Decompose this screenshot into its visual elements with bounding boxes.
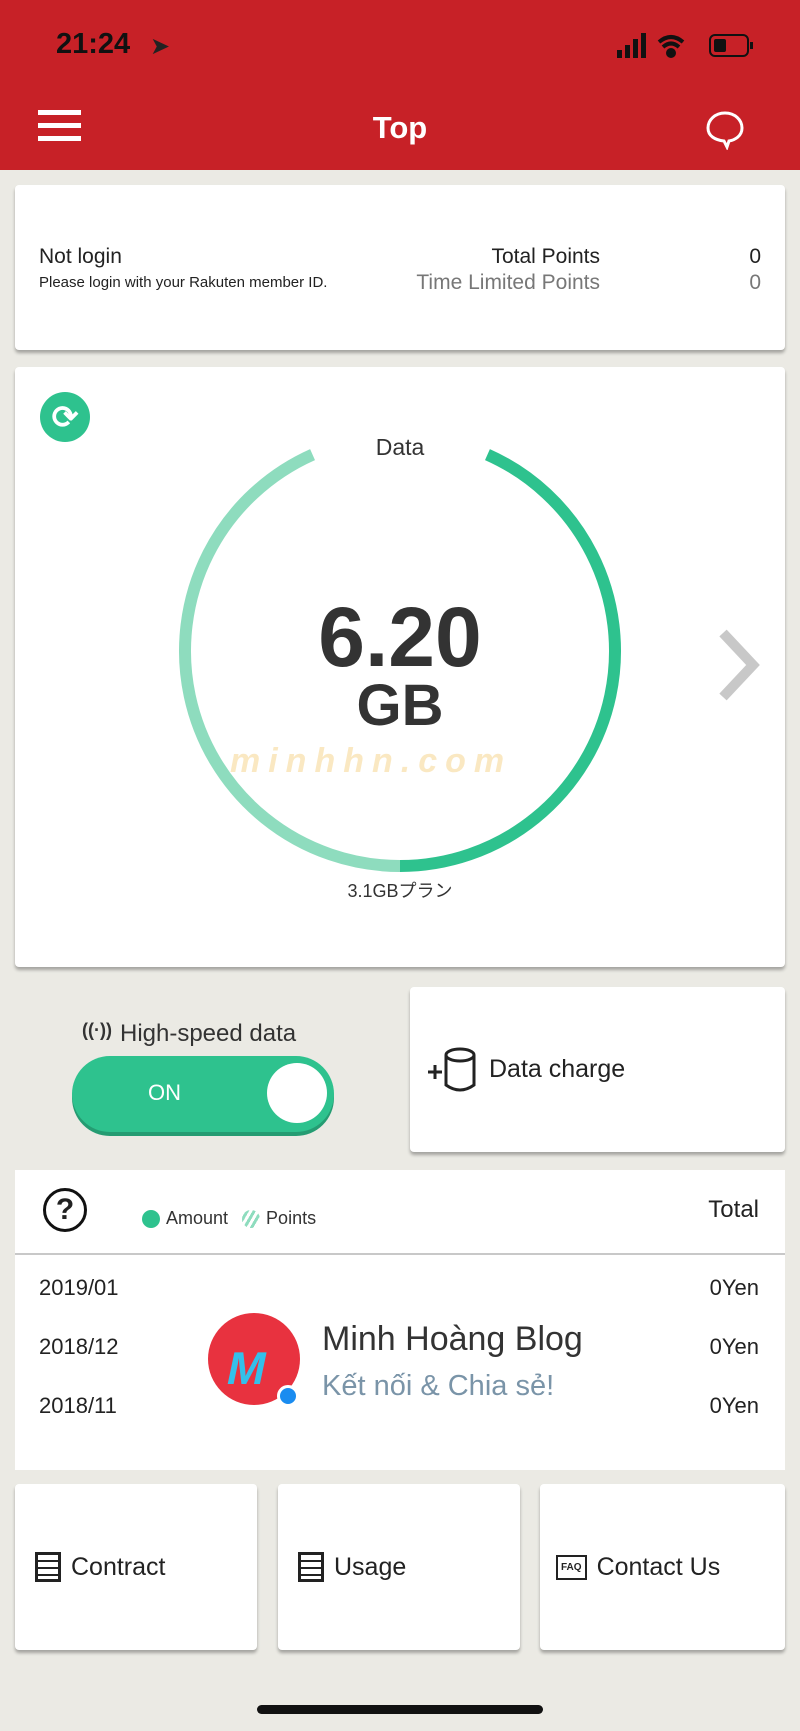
toggle-knob: [267, 1063, 327, 1123]
high-speed-text: High-speed data: [119, 1020, 297, 1047]
blog-name: Minh Hoàng Blog: [322, 1320, 583, 1358]
antenna-icon: ((·)): [82, 1020, 112, 1040]
toggle-state: ON: [148, 1080, 181, 1105]
chat-icon[interactable]: [705, 110, 745, 150]
usage-month: 2018/11: [39, 1393, 117, 1418]
usage-month: 2019/01: [39, 1275, 119, 1300]
chevron-right-icon[interactable]: [715, 627, 760, 707]
wifi-icon: [657, 35, 685, 58]
document-icon: [35, 1552, 61, 1582]
data-charge-icon: [428, 1047, 476, 1091]
account-card[interactable]: Not login Please login with your Rakuten…: [15, 185, 785, 350]
usage-label: Usage: [334, 1552, 407, 1581]
legend-amount: Amount: [166, 1208, 229, 1228]
faq-icon: FAQ: [556, 1554, 587, 1580]
contact-label: Contact Us: [596, 1552, 721, 1581]
home-indicator: [257, 1705, 543, 1714]
divider: [15, 1253, 785, 1255]
usage-button[interactable]: Usage: [278, 1484, 520, 1650]
contract-label: Contract: [71, 1552, 166, 1581]
contact-button[interactable]: FAQ Contact Us: [540, 1484, 785, 1650]
blog-badge: [277, 1385, 299, 1407]
login-status: Not login: [39, 245, 122, 268]
usage-value: 0Yen: [709, 1334, 759, 1359]
usage-month: 2018/12: [39, 1334, 119, 1359]
location-icon: ➤: [150, 33, 171, 60]
total-points-label: Total Points: [491, 245, 600, 268]
data-charge-button[interactable]: Data charge: [410, 987, 785, 1152]
battery-icon: [709, 34, 753, 57]
login-hint: Please login with your Rakuten member ID…: [39, 274, 328, 291]
page-title: Top: [372, 110, 428, 145]
document-icon: [298, 1552, 324, 1582]
limited-points-value: 0: [749, 271, 761, 294]
total-points-value: 0: [749, 245, 761, 268]
high-speed-toggle[interactable]: ON: [72, 1056, 334, 1132]
contract-button[interactable]: Contract: [15, 1484, 257, 1650]
limited-points-label: Time Limited Points: [416, 271, 600, 294]
data-charge-label: Data charge: [489, 1055, 626, 1083]
data-label: Data: [375, 434, 425, 460]
data-unit: GB: [356, 673, 444, 738]
blog-tagline: Kết nối & Chia sẻ!: [322, 1370, 555, 1402]
signal-icon: [617, 33, 646, 58]
usage-card: ? Amount Points Total 2019/01 0Yen 2018/12…: [15, 1170, 785, 1470]
total-header: Total: [708, 1196, 759, 1223]
points-swatch: [242, 1209, 261, 1228]
amount-swatch: [142, 1209, 160, 1228]
high-speed-label: ((·)) High-speed data: [82, 1020, 296, 1048]
data-plan: 3.1GBプラン: [347, 881, 453, 901]
usage-value: 0Yen: [709, 1275, 759, 1300]
help-icon[interactable]: ?: [43, 1188, 87, 1232]
status-time: 21:24: [56, 28, 131, 60]
status-icons: [617, 33, 753, 58]
usage-value: 0Yen: [709, 1393, 759, 1418]
data-card: ⟳ Data 6.20 GB 3.1GBプラン minhhn.com: [15, 367, 785, 967]
legend-points: Points: [266, 1208, 317, 1228]
legend: Amount Points: [142, 1208, 316, 1229]
watermark: minhhn.com: [230, 742, 513, 780]
